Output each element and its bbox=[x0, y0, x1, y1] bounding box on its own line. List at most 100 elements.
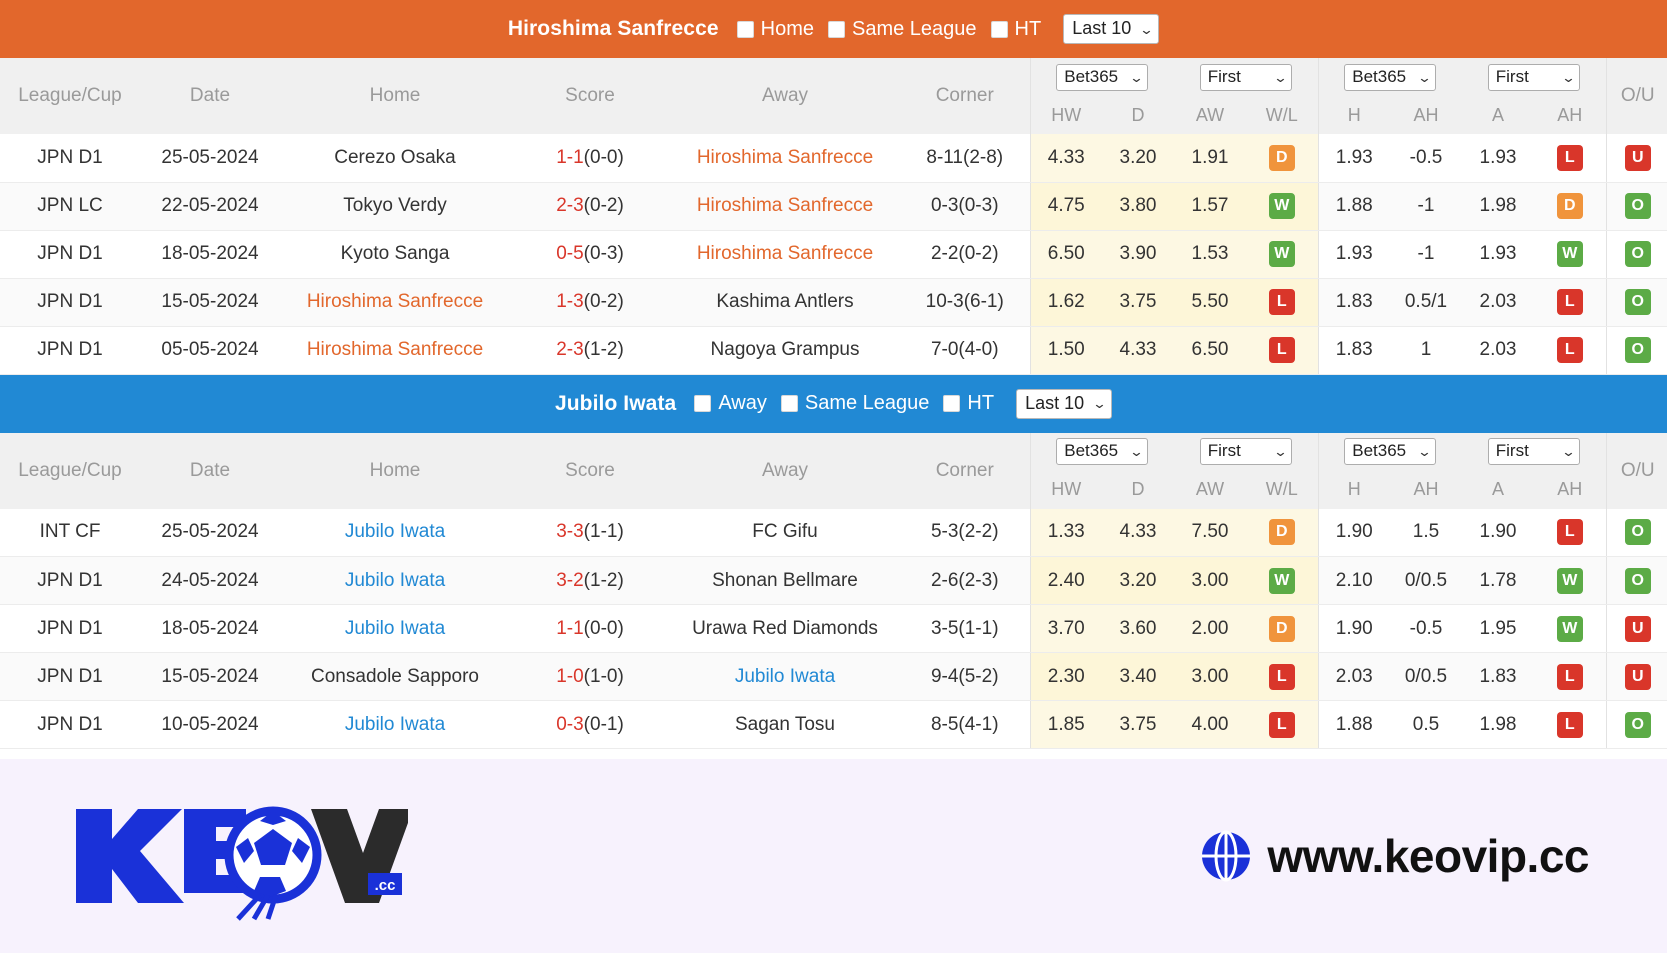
cell-ah: 0/0.5 bbox=[1390, 557, 1462, 605]
table-row[interactable]: JPN D115-05-2024Consadole Sapporo1-0(1-0… bbox=[0, 653, 1667, 701]
checkbox-same-league-icon[interactable] bbox=[828, 21, 845, 38]
chevron-down-icon: ⌄ bbox=[1417, 445, 1432, 458]
filter-away-jubilo[interactable]: Away bbox=[694, 392, 767, 415]
result-badge: D bbox=[1269, 145, 1295, 171]
cell-ah: -0.5 bbox=[1390, 605, 1462, 653]
result-badge: O bbox=[1625, 337, 1651, 363]
checkbox-ht-icon[interactable] bbox=[991, 21, 1008, 38]
cell-d: 3.75 bbox=[1102, 701, 1174, 749]
table-header-selectors-row: League/Cup Date Home Score Away Corner B… bbox=[0, 433, 1667, 471]
result-badge: L bbox=[1269, 289, 1295, 315]
page-root: Hiroshima Sanfrecce Home Same League HT … bbox=[0, 0, 1667, 954]
filter-same-league-hiroshima[interactable]: Same League bbox=[828, 18, 977, 41]
checkbox-same-league-icon[interactable] bbox=[781, 395, 798, 412]
cell-home: Tokyo Verdy bbox=[280, 182, 510, 230]
table-row[interactable]: INT CF25-05-2024Jubilo Iwata3-3(1-1)FC G… bbox=[0, 509, 1667, 557]
keovip-logo-icon: .cc bbox=[68, 791, 408, 921]
table-row[interactable]: JPN D118-05-2024Jubilo Iwata1-1(0-0)Uraw… bbox=[0, 605, 1667, 653]
cell-a: 1.83 bbox=[1462, 653, 1534, 701]
cell-h: 1.93 bbox=[1318, 230, 1390, 278]
footer-branding: .cc www.keovip.cc bbox=[0, 757, 1667, 953]
cell-home: Jubilo Iwata bbox=[280, 605, 510, 653]
cell-hw: 3.70 bbox=[1030, 605, 1102, 653]
cell-corner: 3-5(1-1) bbox=[900, 605, 1030, 653]
odds-time-select-hiroshima[interactable]: First ⌄ bbox=[1200, 64, 1292, 91]
website-url-block[interactable]: www.keovip.cc bbox=[1199, 829, 1589, 883]
ah-book-value: Bet365 bbox=[1352, 442, 1406, 461]
ah-book-select-hiroshima[interactable]: Bet365 ⌄ bbox=[1344, 64, 1436, 91]
cell-corner: 8-5(4-1) bbox=[900, 701, 1030, 749]
odds-time-select-jubilo[interactable]: First ⌄ bbox=[1200, 438, 1292, 465]
range-select-hiroshima[interactable]: Last 10 ⌄ bbox=[1063, 14, 1159, 44]
col-h: H bbox=[1318, 96, 1390, 134]
filter-same-league-jubilo[interactable]: Same League bbox=[781, 392, 930, 415]
col-d: D bbox=[1102, 96, 1174, 134]
cell-aw: 4.00 bbox=[1174, 701, 1246, 749]
odds-book-select-cell: Bet365 ⌄ bbox=[1030, 58, 1174, 96]
table-row[interactable]: JPN D105-05-2024Hiroshima Sanfrecce2-3(1… bbox=[0, 326, 1667, 374]
cell-hw: 4.75 bbox=[1030, 182, 1102, 230]
cell-wl: L bbox=[1246, 653, 1318, 701]
cell-league: JPN D1 bbox=[0, 134, 140, 182]
cell-away: Hiroshima Sanfrecce bbox=[670, 134, 900, 182]
cell-ou: O bbox=[1606, 326, 1667, 374]
table-row[interactable]: JPN D118-05-2024Kyoto Sanga0-5(0-3)Hiros… bbox=[0, 230, 1667, 278]
result-badge: O bbox=[1625, 712, 1651, 738]
odds-book-select-cell: Bet365 ⌄ bbox=[1030, 433, 1174, 471]
odds-book-value: Bet365 bbox=[1064, 442, 1118, 461]
cell-ah: -1 bbox=[1390, 230, 1462, 278]
ah-book-select-jubilo[interactable]: Bet365 ⌄ bbox=[1344, 438, 1436, 465]
odds-book-value: Bet365 bbox=[1064, 68, 1118, 87]
table-row[interactable]: JPN D124-05-2024Jubilo Iwata3-2(1-2)Shon… bbox=[0, 557, 1667, 605]
cell-ah: 1.5 bbox=[1390, 509, 1462, 557]
cell-wl: W bbox=[1246, 230, 1318, 278]
cell-date: 25-05-2024 bbox=[140, 134, 280, 182]
cell-a: 2.03 bbox=[1462, 278, 1534, 326]
cell-score: 1-1(0-0) bbox=[510, 605, 670, 653]
filter-ht-hiroshima[interactable]: HT bbox=[991, 18, 1042, 41]
cell-score: 1-0(1-0) bbox=[510, 653, 670, 701]
checkbox-ht-icon[interactable] bbox=[943, 395, 960, 412]
result-badge: D bbox=[1269, 616, 1295, 642]
result-badge: O bbox=[1625, 519, 1651, 545]
filter-ht-jubilo[interactable]: HT bbox=[943, 392, 994, 415]
cell-score: 0-3(0-1) bbox=[510, 701, 670, 749]
filter-home-hiroshima[interactable]: Home bbox=[737, 18, 814, 41]
col-score: Score bbox=[510, 58, 670, 134]
cell-hw: 4.33 bbox=[1030, 134, 1102, 182]
cell-ah: -0.5 bbox=[1390, 134, 1462, 182]
cell-league: JPN D1 bbox=[0, 653, 140, 701]
checkbox-away-icon[interactable] bbox=[694, 395, 711, 412]
ah-time-select-hiroshima[interactable]: First ⌄ bbox=[1488, 64, 1580, 91]
table-row[interactable]: JPN D125-05-2024Cerezo Osaka1-1(0-0)Hiro… bbox=[0, 134, 1667, 182]
odds-book-select-jubilo[interactable]: Bet365 ⌄ bbox=[1056, 438, 1148, 465]
cell-league: JPN D1 bbox=[0, 326, 140, 374]
cell-hw: 6.50 bbox=[1030, 230, 1102, 278]
table-row[interactable]: JPN D115-05-2024Hiroshima Sanfrecce1-3(0… bbox=[0, 278, 1667, 326]
col-ou: O/U bbox=[1606, 433, 1667, 509]
range-select-value: Last 10 bbox=[1072, 19, 1131, 39]
table-row[interactable]: JPN LC22-05-2024Tokyo Verdy2-3(0-2)Hiros… bbox=[0, 182, 1667, 230]
matches-table-hiroshima: League/Cup Date Home Score Away Corner B… bbox=[0, 58, 1667, 375]
table-row[interactable]: JPN D110-05-2024Jubilo Iwata0-3(0-1)Saga… bbox=[0, 701, 1667, 749]
range-select-jubilo[interactable]: Last 10 ⌄ bbox=[1016, 389, 1112, 419]
checkbox-home-icon[interactable] bbox=[737, 21, 754, 38]
cell-ah-result: W bbox=[1534, 557, 1606, 605]
cell-a: 2.03 bbox=[1462, 326, 1534, 374]
cell-ah-result: L bbox=[1534, 701, 1606, 749]
logo-badge-text: .cc bbox=[375, 877, 396, 894]
cell-league: JPN D1 bbox=[0, 557, 140, 605]
cell-ah-result: L bbox=[1534, 134, 1606, 182]
ah-time-select-jubilo[interactable]: First ⌄ bbox=[1488, 438, 1580, 465]
odds-time-select-cell: First ⌄ bbox=[1174, 58, 1318, 96]
odds-book-select-hiroshima[interactable]: Bet365 ⌄ bbox=[1056, 64, 1148, 91]
keovip-logo: .cc bbox=[68, 791, 408, 921]
cell-wl: L bbox=[1246, 278, 1318, 326]
cell-score: 2-3(1-2) bbox=[510, 326, 670, 374]
chevron-down-icon: ⌄ bbox=[1092, 397, 1107, 410]
cell-ou: O bbox=[1606, 557, 1667, 605]
col-date: Date bbox=[140, 58, 280, 134]
cell-corner: 8-11(2-8) bbox=[900, 134, 1030, 182]
col-corner: Corner bbox=[900, 58, 1030, 134]
matches-body-jubilo: INT CF25-05-2024Jubilo Iwata3-3(1-1)FC G… bbox=[0, 509, 1667, 749]
